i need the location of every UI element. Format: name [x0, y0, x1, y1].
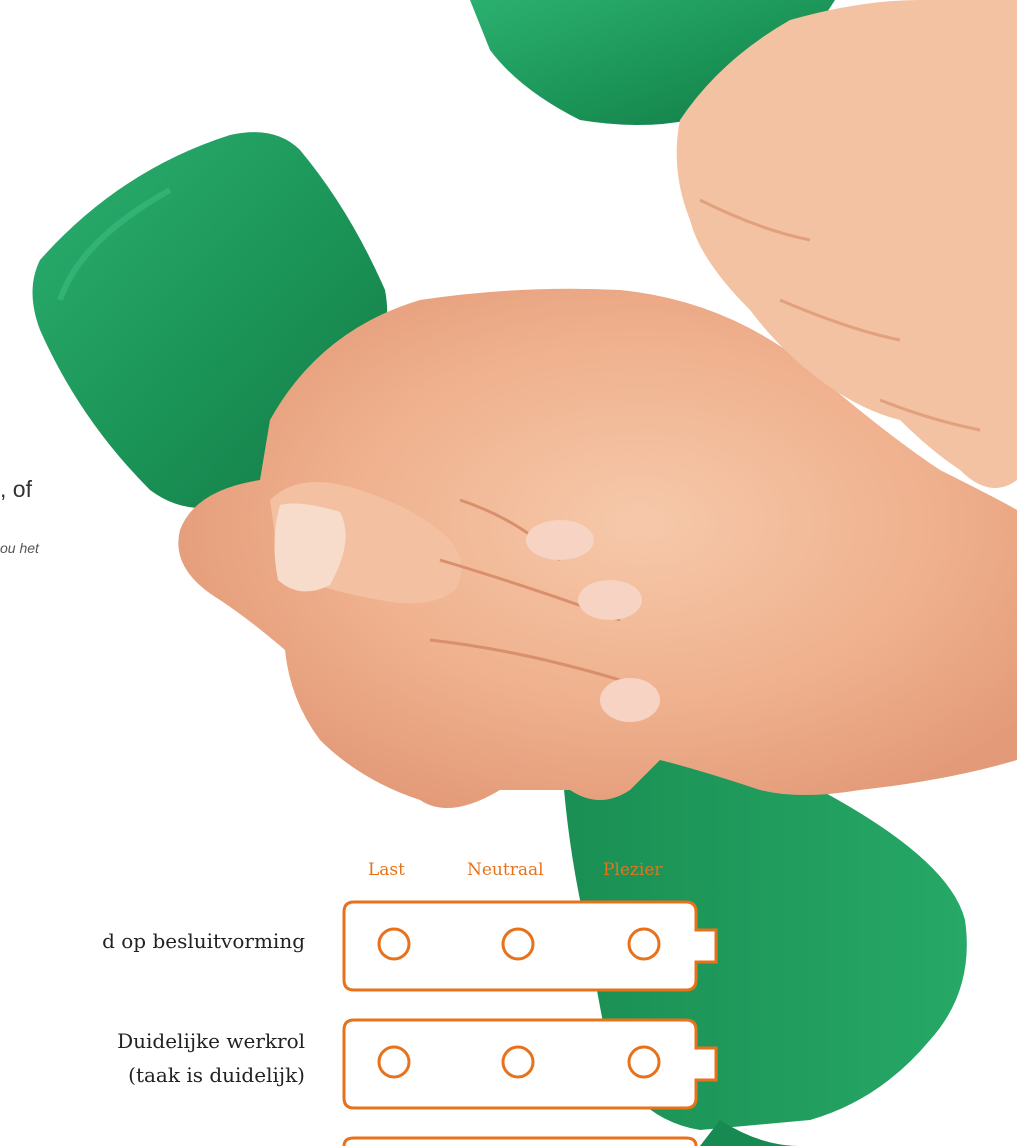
row-label-besluitvorming: d op besluitvorming — [102, 924, 305, 958]
column-header-neutraal: Neutraal — [467, 860, 544, 880]
rating-battery-row-3 — [342, 1136, 698, 1146]
column-header-plezier: Plezier — [603, 860, 663, 880]
column-header-last: Last — [368, 860, 405, 880]
note-fragment: ou het — [0, 540, 39, 556]
row-label-line: d op besluitvorming — [102, 929, 305, 953]
row-label-line: Duidelijke werkrol — [117, 1029, 305, 1053]
rating-battery-row-2 — [342, 1018, 718, 1110]
row-label-werkrol: Duidelijke werkrol (taak is duidelijk) — [117, 1024, 305, 1092]
rating-battery-row-1 — [342, 900, 718, 992]
heading-fragment: , of — [0, 476, 32, 502]
row-label-line: (taak is duidelijk) — [128, 1063, 305, 1087]
